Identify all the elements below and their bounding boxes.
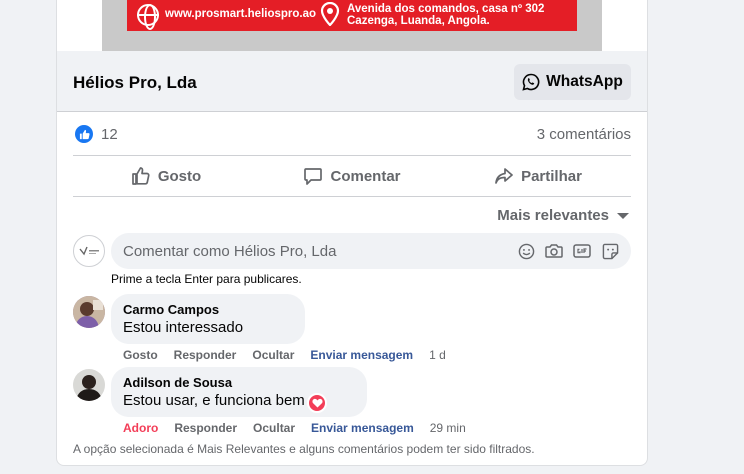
- comment-message-button[interactable]: Enviar mensagem: [310, 348, 413, 362]
- gif-icon[interactable]: [573, 242, 591, 260]
- banner-strip: www.prosmart.heliospro.ao Avenida dos co…: [127, 0, 577, 31]
- comment-actions: Adoro Responder Ocultar Enviar mensagem …: [123, 421, 482, 435]
- comment-composer: [111, 233, 631, 269]
- location-pin-icon: [320, 2, 340, 26]
- likes-count[interactable]: 12: [101, 126, 118, 143]
- comment-like-button[interactable]: Gosto: [123, 348, 158, 362]
- reaction-summary: 12 3 comentários: [73, 124, 631, 146]
- like-button[interactable]: Gosto: [73, 157, 259, 195]
- person-photo-icon: [73, 296, 105, 328]
- thumbs-up-outline-icon: [131, 167, 150, 185]
- person-photo-icon: [73, 369, 105, 401]
- page-info-bar: Hélios Pro, Lda WhatsApp: [57, 51, 647, 112]
- caret-down-icon: [617, 212, 629, 219]
- comment-button[interactable]: Comentar: [259, 157, 445, 195]
- page-name[interactable]: Hélios Pro, Lda: [73, 73, 197, 93]
- commenter-avatar[interactable]: [73, 369, 105, 401]
- share-arrow-icon: [495, 168, 513, 184]
- comments-count[interactable]: 3 comentários: [537, 126, 631, 143]
- banner-address: Avenida dos comandos, casa nº 302 Cazeng…: [347, 3, 545, 27]
- composer-tools: [517, 242, 619, 260]
- comment-hide-button[interactable]: Ocultar: [252, 348, 294, 362]
- comment-bubble: Adilson de Sousa Estou usar, e funciona …: [111, 367, 367, 417]
- divider: [73, 196, 631, 197]
- comment-reply-button[interactable]: Responder: [174, 421, 237, 435]
- globe-icon: [137, 4, 159, 30]
- filter-note: A opção selecionada é Mais Relevantes e …: [73, 442, 535, 456]
- comment-input[interactable]: [123, 233, 503, 269]
- comment-message-button[interactable]: Enviar mensagem: [311, 421, 414, 435]
- like-reaction-icon[interactable]: [75, 125, 93, 143]
- emoji-icon[interactable]: [517, 242, 535, 260]
- page-logo-icon: [79, 246, 99, 256]
- whatsapp-label: WhatsApp: [546, 73, 623, 90]
- sort-label: Mais relevantes: [497, 207, 609, 224]
- sort-dropdown[interactable]: Mais relevantes: [497, 207, 629, 224]
- composer-hint: Prime a tecla Enter para publicares.: [111, 272, 302, 286]
- love-reaction-icon[interactable]: [307, 393, 327, 413]
- whatsapp-button[interactable]: WhatsApp: [514, 64, 631, 100]
- comment-timestamp[interactable]: 29 min: [430, 421, 466, 435]
- thumbs-up-icon: [79, 129, 90, 139]
- post-actions: Gosto Comentar Partilhar: [73, 157, 631, 195]
- comment-reply-button[interactable]: Responder: [174, 348, 237, 362]
- comment-bubble-icon: [304, 168, 323, 185]
- comment-actions: Gosto Responder Ocultar Enviar mensagem …: [123, 348, 462, 362]
- comment-timestamp[interactable]: 1 d: [429, 348, 446, 362]
- comment-bubble: Carmo Campos Estou interessado: [111, 294, 305, 344]
- comment-hide-button[interactable]: Ocultar: [253, 421, 295, 435]
- divider: [73, 155, 631, 156]
- post-card: www.prosmart.heliospro.ao Avenida dos co…: [56, 0, 648, 466]
- composer-avatar[interactable]: [73, 235, 105, 267]
- heart-icon: [311, 398, 323, 408]
- commenter-avatar[interactable]: [73, 296, 105, 328]
- camera-icon[interactable]: [545, 242, 563, 260]
- comment-love-button[interactable]: Adoro: [123, 421, 158, 435]
- post-image[interactable]: www.prosmart.heliospro.ao Avenida dos co…: [102, 0, 602, 51]
- whatsapp-icon: [522, 73, 540, 91]
- banner-url: www.prosmart.heliospro.ao: [165, 8, 317, 20]
- share-button[interactable]: Partilhar: [445, 157, 631, 195]
- comment-text: Estou interessado: [123, 319, 244, 336]
- comment-author[interactable]: Carmo Campos: [123, 302, 293, 317]
- sticker-icon[interactable]: [601, 242, 619, 260]
- comment-author[interactable]: Adilson de Sousa: [123, 375, 355, 390]
